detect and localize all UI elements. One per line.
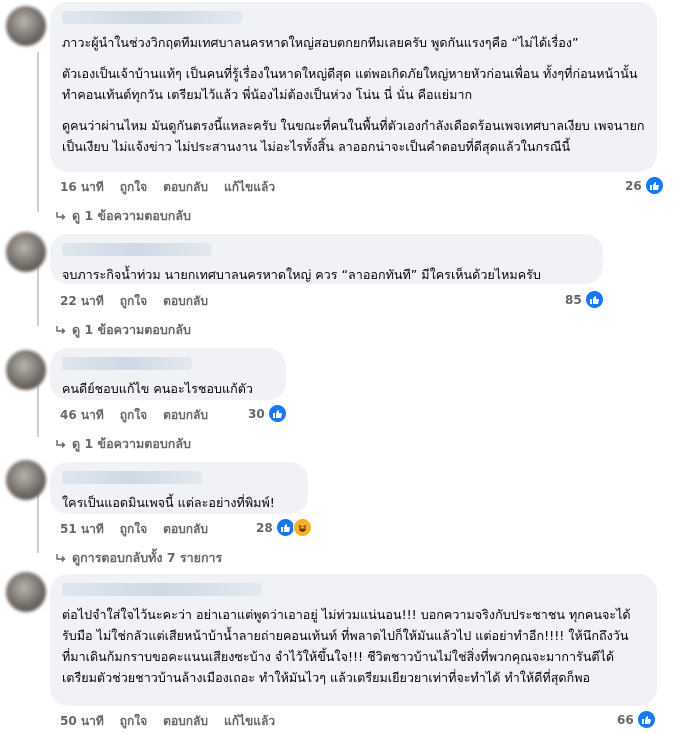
reaction-count: 26: [625, 178, 642, 193]
author-name[interactable]: [62, 583, 262, 596]
comment-text: ดูคนว่าผ่านไหม มันดูกันตรงนี้แหละครับ ใน…: [62, 118, 645, 154]
comment-actions: 22 นาที ถูกใจ ตอบกลับ: [60, 292, 208, 311]
edited-label: แก้ไขแล้ว: [224, 180, 276, 194]
reply-button[interactable]: ตอบกลับ: [163, 712, 208, 731]
view-replies-text: ดู 1 ข้อความตอบกลับ: [72, 322, 191, 337]
view-replies-text: ดูการตอบกลับทั้ง 7 รายการ: [72, 550, 223, 565]
reaction-summary[interactable]: 28: [256, 518, 312, 537]
view-replies-link[interactable]: ดูการตอบกลับทั้ง 7 รายการ: [56, 548, 222, 568]
comment-bubble: ภาวะผู้นำในช่วงวิกฤตทีมเทศบาลนครหาดใหญ่ส…: [50, 2, 657, 172]
comment-text: คนดีย์ชอบแก้ไข คนอะไรชอบแก้ตัว: [62, 381, 253, 396]
like-icon: [275, 518, 295, 537]
avatar[interactable]: [6, 460, 46, 500]
thread-line: [37, 52, 39, 212]
comment-text: จบภาระกิจน้ำท่วม นายกเทศบาลนครหาดใหญ่ คว…: [62, 267, 541, 282]
reply-button[interactable]: ตอบกลับ: [163, 178, 208, 197]
edited-label: แก้ไขแล้ว: [224, 714, 276, 728]
comment-actions: 16 นาที ถูกใจ ตอบกลับ แก้ไขแล้ว: [60, 178, 275, 197]
reply-arrow-icon: [56, 326, 66, 334]
haha-icon: [292, 518, 312, 537]
comment-text: ตัวเองเป็นเจ้าบ้านแท้ๆ เป็นคนที่รู้เรื่อ…: [62, 66, 638, 102]
view-replies-link[interactable]: ดู 1 ข้อความตอบกลับ: [56, 206, 191, 226]
avatar[interactable]: [6, 6, 46, 46]
reply-arrow-icon: [56, 440, 66, 448]
comment-actions: 50 นาที ถูกใจ ตอบกลับ แก้ไขแล้ว: [60, 712, 275, 731]
reply-arrow-icon: [56, 212, 66, 220]
comment-bubble: ใครเป็นแอดมินเพจนี้ แต่ละอย่างที่พิมพ์!: [50, 462, 308, 514]
like-icon: [267, 404, 287, 423]
like-icon: [644, 176, 664, 195]
comment-bubble: จบภาระกิจน้ำท่วม นายกเทศบาลนครหาดใหญ่ คว…: [50, 234, 603, 284]
comment-actions: 51 นาที ถูกใจ ตอบกลับ: [60, 520, 208, 539]
comment-actions: 46 นาที ถูกใจ ตอบกลับ: [60, 406, 208, 425]
comment-time[interactable]: 51 นาที: [60, 520, 104, 539]
reply-button[interactable]: ตอบกลับ: [163, 520, 208, 539]
reaction-summary[interactable]: 85: [565, 290, 604, 309]
reaction-summary[interactable]: 66: [617, 710, 656, 729]
comment-time[interactable]: 50 นาที: [60, 712, 104, 731]
avatar[interactable]: [6, 232, 46, 272]
comment-bubble: คนดีย์ชอบแก้ไข คนอะไรชอบแก้ตัว: [50, 348, 286, 400]
reaction-summary[interactable]: 30: [248, 404, 287, 423]
reaction-count: 66: [617, 712, 634, 727]
thread-line: [37, 262, 39, 326]
author-name[interactable]: [62, 243, 212, 256]
comment-time[interactable]: 22 นาที: [60, 292, 104, 311]
reaction-count: 28: [256, 520, 273, 535]
like-button[interactable]: ถูกใจ: [120, 712, 147, 731]
comment-text: ต่อไปจำใส่ใจไว้นะคะว่า อย่าเอาแต่พูดว่าเ…: [62, 607, 631, 685]
avatar[interactable]: [6, 350, 46, 390]
thread-line: [37, 385, 39, 437]
author-name[interactable]: [62, 357, 192, 370]
comment-time[interactable]: 46 นาที: [60, 406, 104, 425]
reply-arrow-icon: [56, 554, 66, 562]
reaction-count: 85: [565, 292, 582, 307]
like-icon: [636, 710, 656, 729]
reaction-summary[interactable]: 26: [625, 176, 664, 195]
like-button[interactable]: ถูกใจ: [120, 178, 147, 197]
like-button[interactable]: ถูกใจ: [120, 520, 147, 539]
like-button[interactable]: ถูกใจ: [120, 292, 147, 311]
view-replies-link[interactable]: ดู 1 ข้อความตอบกลับ: [56, 434, 191, 454]
reaction-count: 30: [248, 406, 265, 421]
comment-text: ภาวะผู้นำในช่วงวิกฤตทีมเทศบาลนครหาดใหญ่ส…: [62, 35, 579, 50]
comment-bubble: ต่อไปจำใส่ใจไว้นะคะว่า อย่าเอาแต่พูดว่าเ…: [50, 574, 657, 706]
reply-button[interactable]: ตอบกลับ: [163, 406, 208, 425]
reply-button[interactable]: ตอบกลับ: [163, 292, 208, 311]
author-name[interactable]: [62, 471, 202, 484]
comment-text: ใครเป็นแอดมินเพจนี้ แต่ละอย่างที่พิมพ์!: [62, 495, 275, 510]
avatar[interactable]: [6, 572, 46, 612]
view-replies-text: ดู 1 ข้อความตอบกลับ: [72, 208, 191, 223]
comment-time[interactable]: 16 นาที: [60, 178, 104, 197]
like-button[interactable]: ถูกใจ: [120, 406, 147, 425]
view-replies-link[interactable]: ดู 1 ข้อความตอบกลับ: [56, 320, 191, 340]
author-name[interactable]: [62, 11, 242, 24]
view-replies-text: ดู 1 ข้อความตอบกลับ: [72, 436, 191, 451]
like-icon: [584, 290, 604, 309]
